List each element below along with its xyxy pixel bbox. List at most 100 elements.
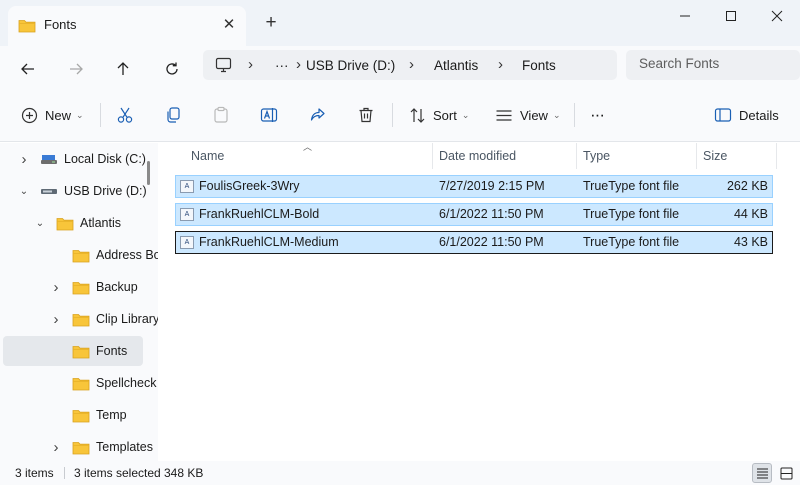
new-label: New [45,107,72,123]
close-tab-button[interactable]: ✕ [218,14,240,36]
address-bar[interactable]: › ··· › USB Drive (D:) › Atlantis › Font… [203,50,617,80]
column-header-type[interactable]: Type [577,143,697,169]
delete-button[interactable] [357,102,375,128]
chevron-right-icon[interactable]: › [50,439,62,456]
breadcrumb-fonts[interactable]: Fonts [522,58,556,73]
sidebar-item-fonts[interactable]: Fonts [3,336,143,366]
column-header-date-modified[interactable]: Date modified [433,143,577,169]
folder-icon [56,216,74,234]
sidebar-item-label: Fonts [96,344,128,358]
file-date-modified: 6/1/2022 11:50 PM [439,235,544,249]
chevron-right-icon[interactable]: › [50,311,62,328]
rename-button[interactable] [260,102,278,128]
chevron-right-icon[interactable]: › [50,279,62,296]
file-name: FrankRuehlCLM-Bold [199,207,320,221]
address-row: › ··· › USB Drive (D:) › Atlantis › Font… [0,46,800,88]
folder-icon [72,248,90,266]
search-input[interactable] [639,56,789,71]
sort-button[interactable]: Sort ⌄ [409,102,469,128]
chevron-right-icon: › [248,56,253,73]
breadcrumb-atlantis[interactable]: Atlantis [434,58,478,73]
details-view-button[interactable] [752,463,772,483]
chevron-right-icon: › [409,56,414,73]
sidebar-item-clip-library[interactable]: › Clip Library [0,304,159,334]
details-pane-button[interactable]: Details [714,102,779,128]
refresh-icon [166,62,178,75]
up-button[interactable] [106,52,140,86]
navigation-pane: › Local Disk (C:) ⌄ USB Drive (D:) ⌄ Atlantis… [0,143,158,461]
sidebar-item-temp[interactable]: Temp [0,400,140,430]
sidebar-item-atlantis[interactable]: ⌄ Atlantis [0,208,140,238]
sidebar-item-label: Templates [96,440,153,454]
toolbar-divider [392,103,393,127]
tiles-view-button[interactable] [776,463,796,483]
breadcrumb-usb-drive[interactable]: USB Drive (D:) [306,58,395,73]
new-button[interactable]: New ⌄ [21,102,84,128]
chevron-right-icon[interactable]: › [18,151,30,168]
scrollbar-thumb[interactable] [147,161,150,185]
share-icon [310,108,325,121]
sidebar-item-label: Temp [96,408,127,422]
sidebar-item-address-bo[interactable]: Address Bo [0,240,158,270]
title-bar: Fonts ✕ + [0,0,800,46]
font-file-icon: A [180,208,194,221]
details-view-icon [756,468,768,479]
sidebar-item-label: Address Bo [96,248,158,262]
folder-icon [18,18,36,36]
file-name: FrankRuehlCLM-Medium [199,235,339,249]
scissors-icon [117,107,133,123]
sidebar-item-local-disk-c[interactable]: › Local Disk (C:) [0,144,146,174]
tiles-view-icon [780,467,792,479]
file-date-modified: 7/27/2019 2:15 PM [439,179,545,193]
share-button[interactable] [309,102,327,128]
font-file-icon: A [180,180,194,193]
paste-button[interactable] [212,102,230,128]
cut-button[interactable] [116,102,134,128]
rename-icon [260,108,278,122]
refresh-button[interactable] [155,52,189,86]
status-divider [64,467,65,479]
item-count: 3 items [15,466,54,480]
search-box[interactable] [626,50,800,80]
table-row[interactable]: A FoulisGreek-3Wry 7/27/2019 2:15 PM TrueTy… [175,175,773,198]
breadcrumb-overflow[interactable]: ··· [275,58,289,73]
file-type: TrueType font file [583,235,680,249]
paste-icon [214,106,228,123]
view-button[interactable]: View ⌄ [495,102,561,128]
maximize-icon [726,11,736,21]
folder-icon [72,408,90,426]
usb-drive-icon [40,184,58,201]
sidebar-item-usb-drive-d[interactable]: ⌄ USB Drive (D:) [0,176,147,206]
chevron-down-icon[interactable]: ⌄ [18,186,30,197]
copy-icon [167,107,180,123]
sidebar-item-templates[interactable]: › Templates [0,432,153,461]
sort-label: Sort [433,107,457,123]
file-date-modified: 6/1/2022 11:50 PM [439,207,544,221]
close-window-button[interactable] [754,0,800,32]
forward-button[interactable] [59,52,93,86]
sidebar-item-label: USB Drive (D:) [64,184,147,198]
column-header-row: Name ︿ Date modified Type Size [158,142,800,169]
maximize-button[interactable] [708,0,754,32]
selected-count: 3 items selected [74,466,161,480]
sort-up-icon: ︿ [303,142,313,152]
tab-fonts[interactable]: Fonts ✕ [8,6,246,46]
sidebar-item-spellcheck[interactable]: Spellcheck [0,368,156,398]
minimize-button[interactable] [662,0,708,32]
chevron-down-icon[interactable]: ⌄ [34,218,46,229]
table-row[interactable]: A FrankRuehlCLM-Bold 6/1/2022 11:50 PM True… [175,203,773,226]
sidebar-item-label: Local Disk (C:) [64,152,146,166]
copy-button[interactable] [164,102,182,128]
back-button[interactable] [11,52,45,86]
sidebar-item-backup[interactable]: › Backup [0,272,140,302]
details-label: Details [739,107,779,123]
table-row[interactable]: A FrankRuehlCLM-Medium 6/1/2022 11:50 PM Tr… [175,231,773,254]
toolbar-divider [100,103,101,127]
file-type: TrueType font file [583,207,680,221]
drive-icon [40,152,58,169]
new-tab-button[interactable]: + [258,12,284,36]
plus-circle-icon [21,107,38,123]
column-header-size[interactable]: Size [697,143,777,169]
more-options-button[interactable]: ··· [590,102,605,128]
chevron-right-icon: › [296,56,301,73]
